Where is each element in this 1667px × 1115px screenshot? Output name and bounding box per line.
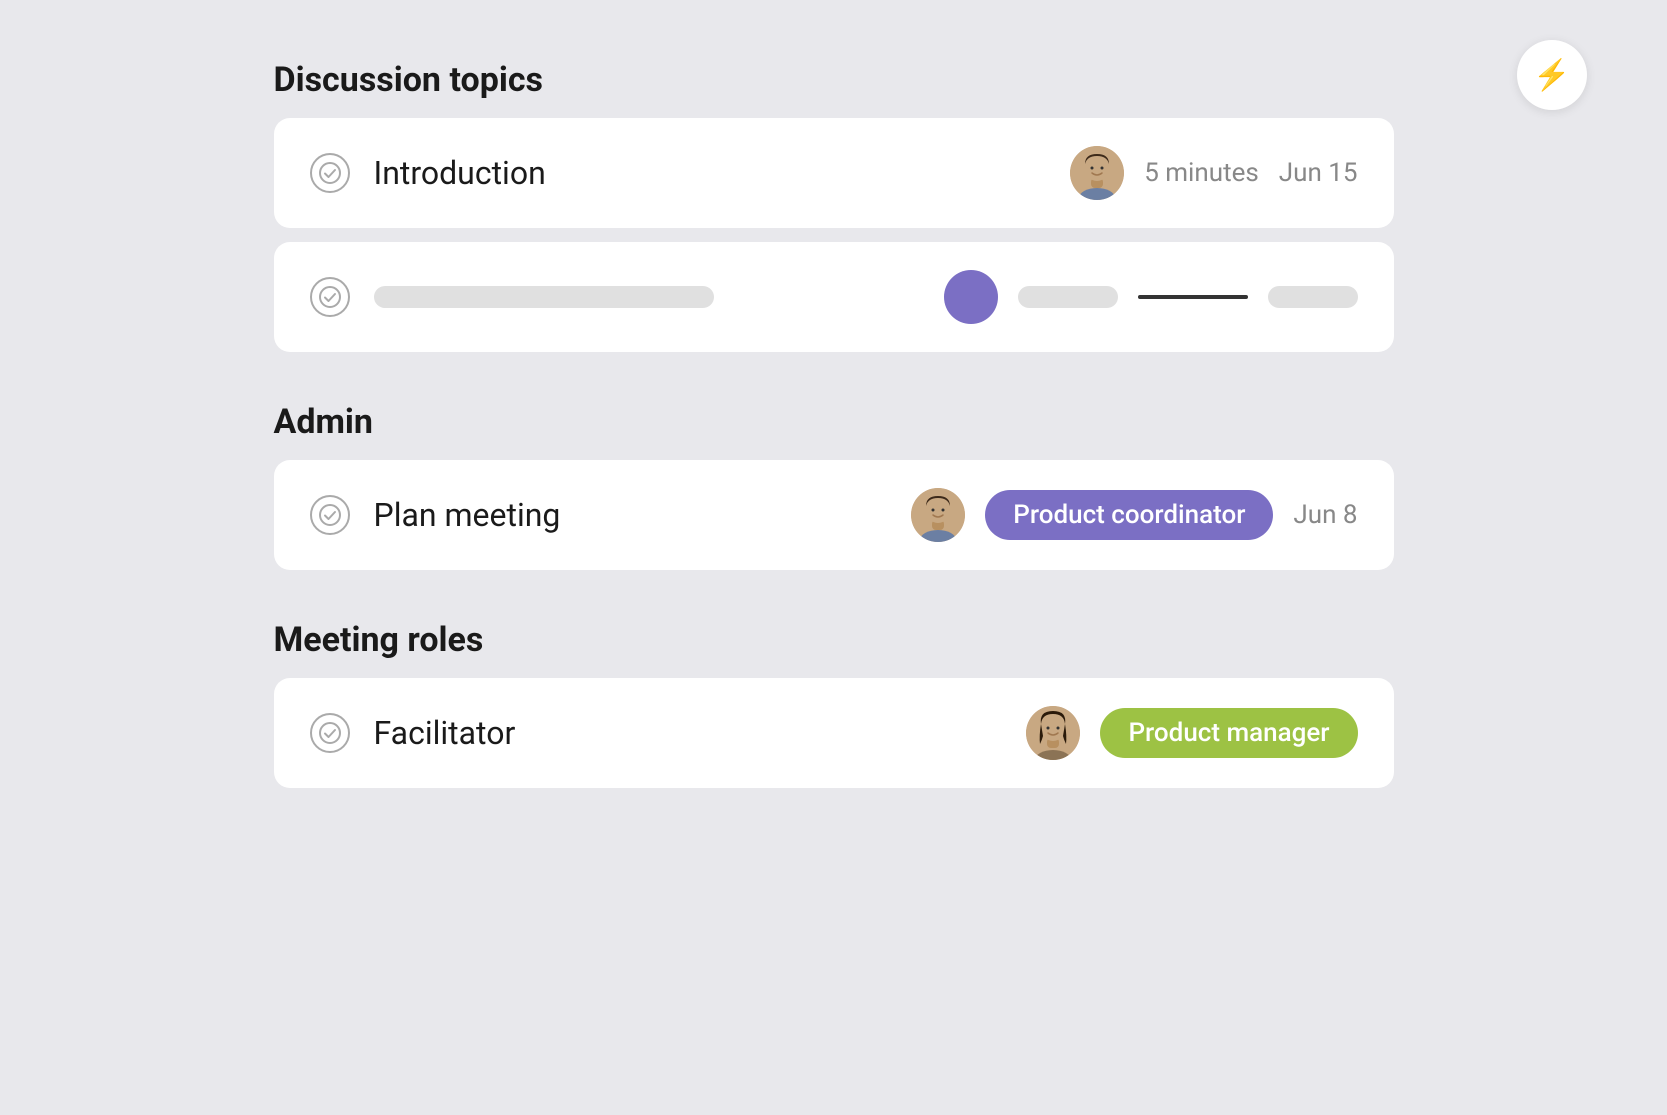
introduction-label: Introduction <box>374 154 1047 192</box>
skeleton-duration-bar <box>1018 286 1118 308</box>
check-circle-plan-meeting <box>310 495 350 535</box>
introduction-meta: 5 minutes Jun 15 <box>1070 146 1357 200</box>
meeting-roles-title: Meeting roles <box>274 620 1394 660</box>
meeting-roles-section: Meeting roles Facilitator <box>274 620 1394 788</box>
list-item[interactable]: Plan meeting Product coordinator <box>274 460 1394 570</box>
skeleton-text-bar <box>374 286 714 308</box>
lightning-icon: ⚡ <box>1533 58 1570 93</box>
check-circle-skeleton <box>310 277 350 317</box>
discussion-title: Discussion topics <box>274 60 1394 100</box>
lightning-button[interactable]: ⚡ <box>1517 40 1587 110</box>
list-item[interactable] <box>274 242 1394 352</box>
check-circle-facilitator <box>310 713 350 753</box>
main-container: Discussion topics Introduction <box>134 0 1534 862</box>
discussion-section: Discussion topics Introduction <box>274 60 1394 352</box>
skeleton-date-bar <box>1268 286 1358 308</box>
skeleton-meta <box>944 270 1358 324</box>
facilitator-badge: Product manager <box>1100 708 1357 758</box>
plan-meeting-label: Plan meeting <box>374 496 888 534</box>
plan-meeting-date: Jun 8 <box>1293 500 1357 530</box>
facilitator-label: Facilitator <box>374 714 1003 752</box>
check-circle-introduction <box>310 153 350 193</box>
avatar-skeleton <box>944 270 998 324</box>
plan-meeting-badge: Product coordinator <box>985 490 1273 540</box>
list-item[interactable]: Facilitator <box>274 678 1394 788</box>
admin-title: Admin <box>274 402 1394 442</box>
introduction-date: Jun 15 <box>1279 158 1358 188</box>
avatar-facilitator <box>1026 706 1080 760</box>
introduction-duration: 5 minutes <box>1144 158 1259 188</box>
skeleton-dash <box>1138 295 1248 299</box>
plan-meeting-meta: Product coordinator Jun 8 <box>911 488 1357 542</box>
admin-section: Admin Plan meeting <box>274 402 1394 570</box>
avatar-plan-meeting <box>911 488 965 542</box>
facilitator-meta: Product manager <box>1026 706 1357 760</box>
list-item[interactable]: Introduction <box>274 118 1394 228</box>
avatar-introduction <box>1070 146 1124 200</box>
